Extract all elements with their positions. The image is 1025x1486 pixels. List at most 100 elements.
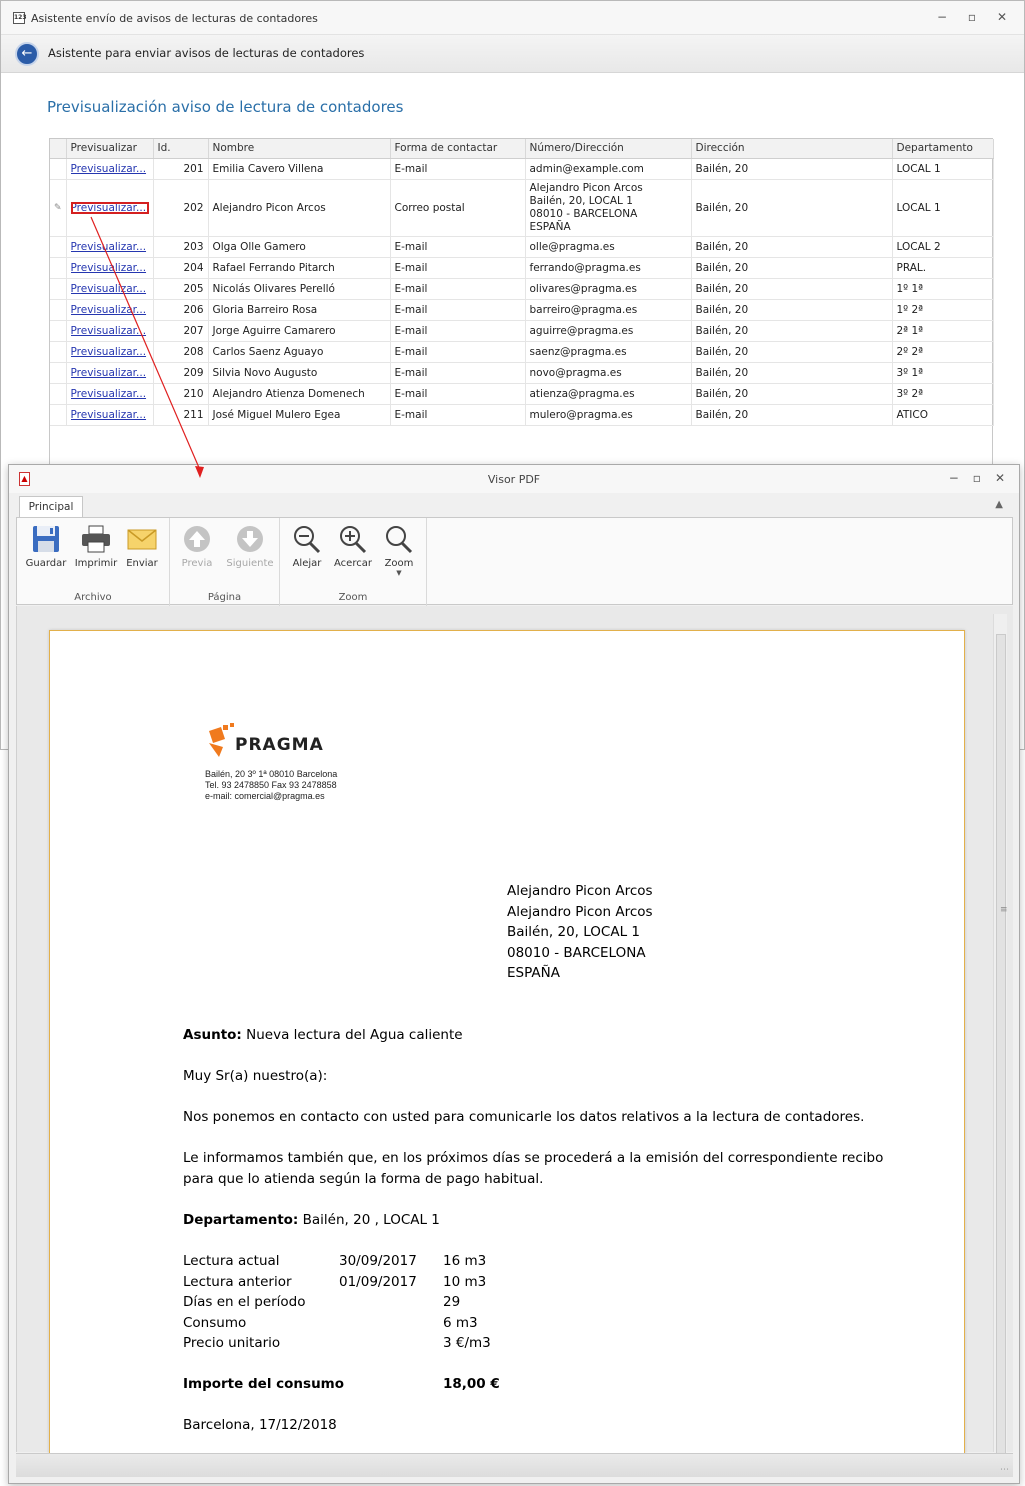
table-row[interactable]: Previsualizar... 209 Silvia Novo Augusto… [50,362,994,384]
table-row[interactable]: Previsualizar... 206 Gloria Barreiro Ros… [50,299,994,321]
table-row[interactable]: Previsualizar... 210 Alejandro Atienza D… [50,383,994,405]
cell-numero-postal: Alejandro Picon Arcos Bailén, 20, LOCAL … [525,179,692,237]
edit-pencil-icon: ✎ [50,179,67,237]
pdf-page: PRAGMA Bailén, 20 3º 1ª 08010 Barcelona … [49,630,965,1460]
cell-numero: mulero@pragma.es [525,404,692,426]
cell-depto: LOCAL 2 [892,236,994,258]
preview-link[interactable]: Previsualizar... [71,304,149,316]
zoom-dropdown-button[interactable]: Zoom ▼ [376,524,422,577]
table-row[interactable]: Previsualizar... 203 Olga Olle Gamero E-… [50,236,994,258]
preview-link[interactable]: Previsualizar... [71,388,149,400]
print-button[interactable]: Imprimir [73,524,119,569]
window-title: Asistente envío de avisos de lecturas de… [31,12,318,25]
cell-numero: ferrando@pragma.es [525,257,692,279]
cell-numero: saenz@pragma.es [525,341,692,363]
close-button[interactable]: ✕ [994,10,1010,24]
cell-direccion: Bailén, 20 [691,158,893,180]
resize-grip-icon[interactable]: ⋯ [1000,1465,1009,1475]
cell-forma: E-mail [390,320,526,342]
readings-grid[interactable]: Previsualizar Id. Nombre Forma de contac… [49,138,994,468]
pdf-minimize-button[interactable]: − [949,471,959,485]
table-row-selected[interactable]: ✎ Previsualizar... 202 Alejandro Picon A… [50,179,994,237]
cell-depto: 2ª 1ª [892,320,994,342]
preview-link[interactable]: Previsualizar... [71,346,149,358]
column-header-nombre[interactable]: Nombre [208,139,391,159]
preview-link-selected[interactable]: Previsualizar... [70,201,149,214]
table-row[interactable]: Previsualizar... 204 Rafael Ferrando Pit… [50,257,994,279]
cell-direccion: Bailén, 20 [691,236,893,258]
pdf-close-button[interactable]: ✕ [995,471,1005,485]
cell-direccion: Bailén, 20 [691,383,893,405]
back-arrow-icon[interactable]: ← [15,42,39,66]
cell-id: 207 [153,320,209,342]
ribbon-collapse-icon[interactable]: ▲ [995,499,1003,510]
cell-id: 201 [153,158,209,180]
minimize-button[interactable]: − [934,10,950,24]
table-row[interactable]: Previsualizar... 201 Emilia Cavero Ville… [50,158,994,180]
cell-direccion: Bailén, 20 [691,341,893,363]
zoom-out-button[interactable]: Alejar [284,524,330,569]
cell-numero: barreiro@pragma.es [525,299,692,321]
column-header-numero[interactable]: Número/Dirección [525,139,692,159]
column-header-id[interactable]: Id. [153,139,209,159]
cell-depto: PRAL. [892,257,994,279]
wizard-header: ← Asistente para enviar avisos de lectur… [1,35,1024,73]
section-title: Previsualización aviso de lectura de con… [47,98,404,116]
zoom-out-icon [294,526,321,554]
cell-depto: ATICO [892,404,994,426]
cell-direccion: Bailén, 20 [691,320,893,342]
restore-button[interactable]: ▫ [964,10,980,24]
cell-forma: E-mail [390,404,526,426]
column-header-departamento[interactable]: Departamento [892,139,994,159]
preview-link[interactable]: Previsualizar... [71,241,149,253]
send-button[interactable]: Enviar [119,524,165,569]
previous-page-button[interactable]: Previa [174,524,220,569]
cell-nombre: José Miguel Mulero Egea [208,404,391,426]
cell-numero: admin@example.com [525,158,692,180]
group-label-archivo: Archivo [74,592,112,603]
pdf-restore-button[interactable]: ▫ [973,471,981,485]
magnifier-icon [386,526,413,554]
preview-link[interactable]: Previsualizar... [71,283,149,295]
cell-direccion: Bailén, 20 [691,179,893,237]
arrow-up-icon [184,526,210,552]
tab-principal[interactable]: Principal [19,496,83,518]
table-row[interactable]: Previsualizar... 211 José Miguel Mulero … [50,404,994,426]
cell-numero: olle@pragma.es [525,236,692,258]
preview-link[interactable]: Previsualizar... [71,409,149,421]
main-titlebar: 123 Asistente envío de avisos de lectura… [1,1,1024,35]
cell-numero: olivares@pragma.es [525,278,692,300]
pdf-titlebar: ▲ Visor PDF − ▫ ✕ [9,465,1019,493]
column-header-forma[interactable]: Forma de contactar [390,139,526,159]
preview-link[interactable]: Previsualizar... [71,163,149,175]
vertical-scrollbar[interactable]: ≡ [993,614,1008,1464]
column-header-direccion[interactable]: Dirección [691,139,893,159]
table-row[interactable]: Previsualizar... 207 Jorge Aguirre Camar… [50,320,994,342]
cell-direccion: Bailén, 20 [691,257,893,279]
table-row[interactable]: Previsualizar... 205 Nicolás Olivares Pe… [50,278,994,300]
pdf-viewer-window: ▲ Visor PDF − ▫ ✕ Principal ▲ Guardar Im… [8,464,1020,1484]
cell-id: 211 [153,404,209,426]
save-button[interactable]: Guardar [23,524,69,569]
cell-forma: E-mail [390,362,526,384]
table-row[interactable]: Previsualizar... 208 Carlos Saenz Aguayo… [50,341,994,363]
scrollbar-thumb[interactable]: ≡ [996,634,1008,1464]
cell-nombre: Gloria Barreiro Rosa [208,299,391,321]
paragraph-1: Nos ponemos en contacto con usted para c… [183,1109,865,1125]
zoom-in-button[interactable]: Acercar [330,524,376,569]
greeting: Muy Sr(a) nuestro(a): [183,1068,328,1084]
cell-forma: E-mail [390,299,526,321]
group-pagina: Previa Siguiente Página [170,518,280,606]
preview-link[interactable]: Previsualizar... [71,367,149,379]
paragraph-2: Le informamos también que, en los próxim… [183,1150,884,1187]
cell-id: 206 [153,299,209,321]
column-header-previsualizar[interactable]: Previsualizar [66,139,154,159]
next-page-button[interactable]: Siguiente [222,524,278,569]
preview-link[interactable]: Previsualizar... [71,325,149,337]
preview-link[interactable]: Previsualizar... [71,262,149,274]
row-indicator-header [50,139,67,159]
cell-nombre: Jorge Aguirre Camarero [208,320,391,342]
floppy-disk-icon [33,526,59,552]
printer-icon [82,525,110,553]
wizard-title: Asistente para enviar avisos de lecturas… [48,46,365,60]
